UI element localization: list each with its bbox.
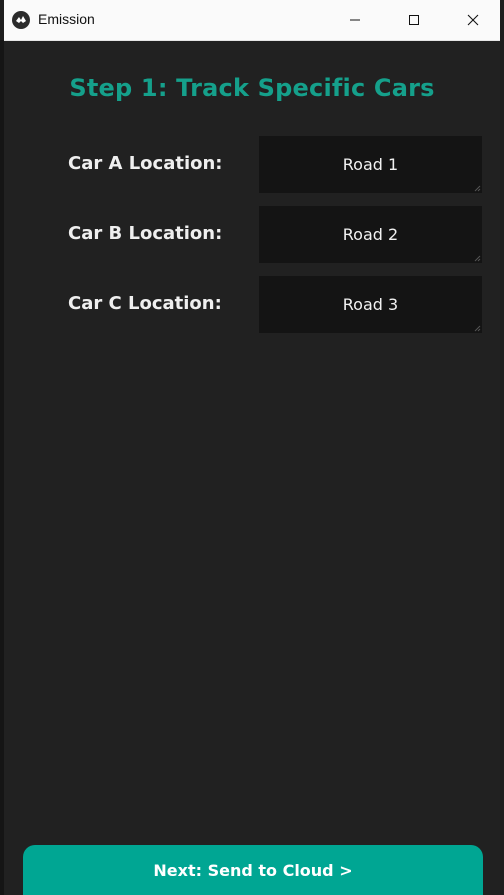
resize-grip-icon	[474, 255, 481, 262]
close-icon	[467, 14, 479, 26]
title-bar[interactable]: Emission	[4, 0, 500, 41]
car-c-location-input[interactable]: Road 3	[259, 276, 482, 333]
car-b-location-input[interactable]: Road 2	[259, 206, 482, 263]
car-b-location-label: Car B Location:	[68, 223, 223, 244]
minimize-button[interactable]	[332, 0, 378, 40]
car-a-location-label: Car A Location:	[68, 153, 223, 174]
car-a-location-input[interactable]: Road 1	[259, 136, 482, 193]
next-send-to-cloud-button[interactable]: Next: Send to Cloud >	[23, 845, 483, 895]
app-window: Emission Step 1: Track Specific Cars Car…	[4, 0, 500, 895]
kivy-logo-icon	[12, 11, 30, 29]
close-button[interactable]	[450, 0, 496, 40]
car-a-location-value: Road 1	[342, 155, 399, 174]
step-title: Step 1: Track Specific Cars	[69, 74, 435, 102]
car-b-location-value: Road 2	[342, 225, 399, 244]
maximize-button[interactable]	[391, 0, 437, 40]
maximize-icon	[409, 15, 419, 25]
minimize-icon	[350, 19, 360, 21]
window-title: Emission	[38, 11, 95, 27]
car-c-location-value: Road 3	[342, 295, 399, 314]
car-c-location-label: Car C Location:	[68, 293, 222, 314]
resize-grip-icon	[474, 325, 481, 332]
resize-grip-icon	[474, 185, 481, 192]
